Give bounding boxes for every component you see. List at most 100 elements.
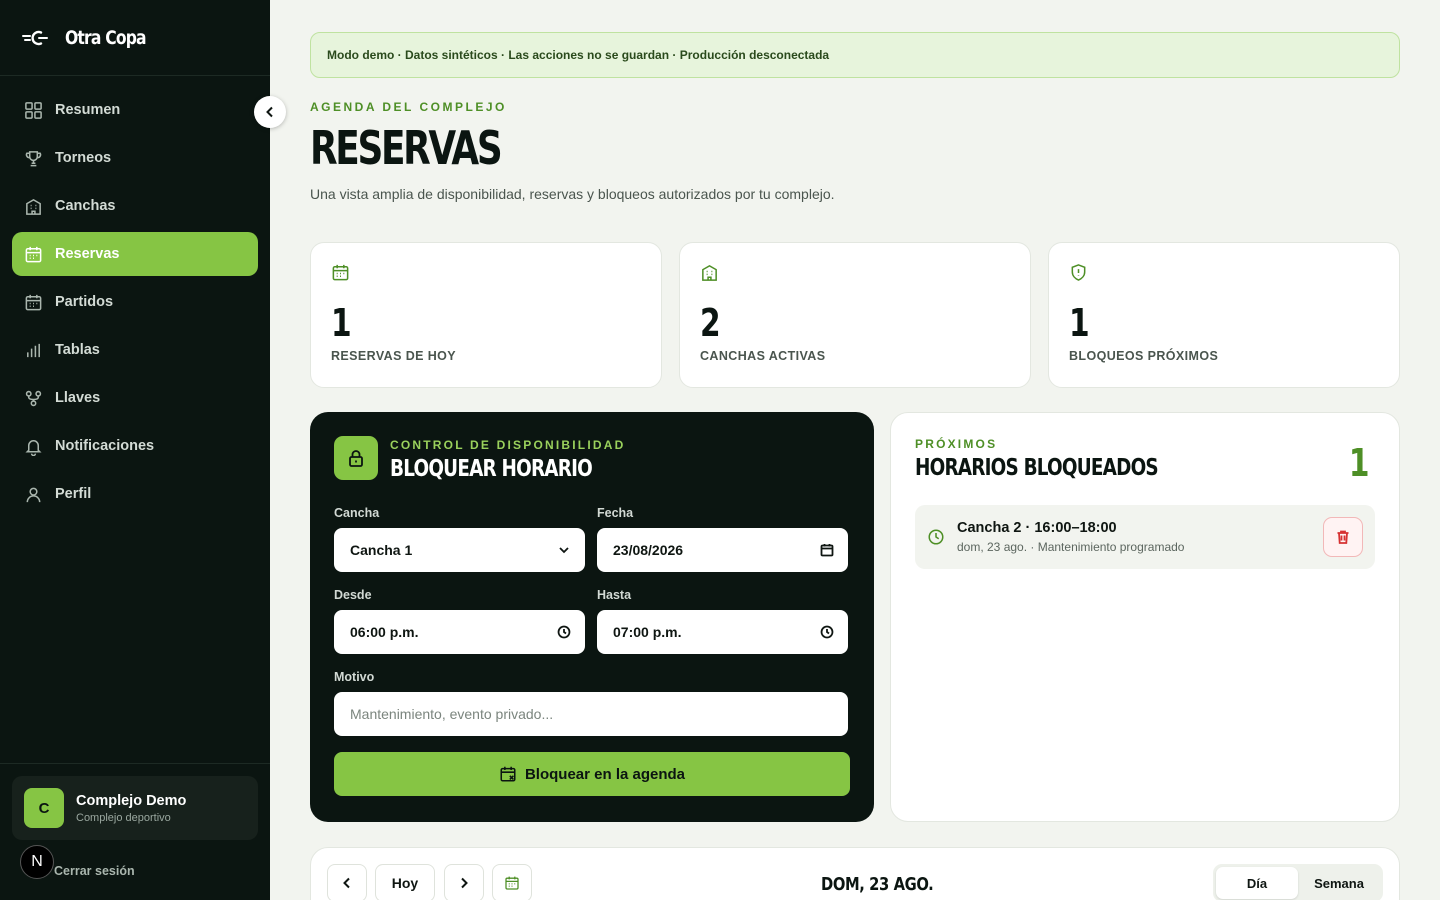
calendar-icon	[25, 294, 42, 310]
block-form-title: BLOQUEAR HORARIO	[390, 456, 593, 482]
sidebar-item-reservas[interactable]: Reservas	[12, 232, 258, 276]
from-time-input[interactable]: 06:00 p.m.	[334, 610, 585, 654]
sidebar-item-canchas[interactable]: Canchas	[12, 184, 258, 228]
clock-icon[interactable]	[557, 625, 571, 639]
reason-label: Motivo	[334, 670, 375, 684]
lock-icon	[349, 450, 363, 467]
current-date: DOM, 23 AGO.	[821, 874, 934, 895]
from-time-value: 06:00 p.m.	[350, 624, 419, 640]
logo-icon	[22, 30, 48, 45]
court-select[interactable]: Cancha 1	[334, 528, 585, 572]
page-description: Una vista amplia de disponibilidad, rese…	[310, 186, 835, 202]
sidebar-item-llaves[interactable]: Llaves	[12, 376, 258, 420]
sidebar-item-label: Reservas	[55, 246, 120, 262]
n-badge[interactable]: N	[20, 845, 54, 879]
view-toggle: Día Semana	[1213, 864, 1383, 900]
list-item: Cancha 2 · 16:00–18:00 dom, 23 ago. · Ma…	[915, 505, 1375, 569]
chevron-left-icon	[343, 877, 350, 889]
sidebar-item-label: Torneos	[55, 150, 112, 166]
collapse-sidebar-button[interactable]	[254, 96, 286, 128]
bell-icon	[25, 439, 42, 456]
stat-label: BLOQUEOS PRÓXIMOS	[1069, 349, 1219, 363]
next-day-button[interactable]	[444, 864, 484, 900]
sidebar-item-tablas[interactable]: Tablas	[12, 328, 258, 372]
reason-field[interactable]	[334, 692, 848, 736]
stat-value: 1	[331, 301, 352, 345]
calendar-icon	[505, 876, 519, 890]
shield-icon	[1071, 264, 1086, 281]
block-form-eyebrow: CONTROL DE DISPONIBILIDAD	[390, 438, 626, 452]
chevron-left-icon	[266, 106, 273, 118]
org-name: Complejo Demo	[76, 792, 187, 809]
sidebar-item-label: Canchas	[55, 198, 116, 214]
stat-card-bloqueos: 1 BLOQUEOS PRÓXIMOS	[1048, 242, 1400, 388]
brand[interactable]: Otra Copa	[0, 0, 270, 76]
calendar-icon	[25, 246, 42, 262]
sidebar-item-resumen[interactable]: Resumen	[12, 88, 258, 132]
sidebar-item-label: Notificaciones	[55, 438, 155, 454]
view-day-button[interactable]: Día	[1216, 867, 1298, 899]
bar-chart-icon	[27, 343, 40, 357]
blocked-schedules-panel: PRÓXIMOS HORARIOS BLOQUEADOS 1 Cancha 2 …	[890, 412, 1400, 822]
sidebar: Otra Copa Resumen Torneos Canchas Reserv…	[0, 0, 270, 900]
sidebar-item-perfil[interactable]: Perfil	[12, 472, 258, 516]
building-icon	[26, 198, 41, 215]
trophy-icon	[25, 150, 42, 166]
sidebar-item-label: Resumen	[55, 102, 121, 118]
chevron-down-icon	[559, 547, 569, 554]
sidebar-item-label: Partidos	[55, 294, 114, 310]
reason-input[interactable]	[350, 706, 834, 722]
main-content: Modo demo · Datos sintéticos · Las accio…	[310, 0, 1400, 900]
delete-block-button[interactable]	[1323, 517, 1363, 557]
view-week-button[interactable]: Semana	[1298, 867, 1380, 899]
today-button[interactable]: Hoy	[375, 864, 435, 900]
demo-banner: Modo demo · Datos sintéticos · Las accio…	[310, 32, 1400, 78]
sidebar-item-partidos[interactable]: Partidos	[12, 280, 258, 324]
prev-day-button[interactable]	[327, 864, 367, 900]
trash-icon	[1337, 530, 1349, 544]
stat-card-reservas-hoy: 1 RESERVAS DE HOY	[310, 242, 662, 388]
date-picker-button[interactable]	[492, 864, 532, 900]
bracket-icon	[25, 390, 42, 406]
building-icon	[702, 264, 717, 281]
sidebar-item-torneos[interactable]: Torneos	[12, 136, 258, 180]
from-label: Desde	[334, 588, 372, 602]
to-time-input[interactable]: 07:00 p.m.	[597, 610, 848, 654]
block-submit-button[interactable]: Bloquear en la agenda	[334, 752, 850, 796]
clock-icon[interactable]	[820, 625, 834, 639]
date-label: Fecha	[597, 506, 634, 520]
calendar-icon	[332, 264, 349, 281]
chevron-right-icon	[461, 877, 468, 889]
brand-name: Otra Copa	[65, 26, 147, 49]
user-icon	[26, 487, 41, 502]
sidebar-item-label: Tablas	[55, 342, 100, 358]
grid-icon	[25, 101, 42, 119]
blocked-count: 1	[1348, 441, 1369, 485]
clock-icon	[928, 529, 944, 545]
block-form-header: CONTROL DE DISPONIBILIDAD BLOQUEAR HORAR…	[334, 436, 850, 482]
stats-row: 1 RESERVAS DE HOY 2 CANCHAS ACTIVAS 1 BL…	[310, 242, 1400, 388]
sidebar-item-label: Llaves	[55, 390, 101, 406]
today-label: Hoy	[391, 875, 419, 891]
stat-card-canchas-activas: 2 CANCHAS ACTIVAS	[679, 242, 1031, 388]
block-submit-label: Bloquear en la agenda	[524, 765, 686, 783]
date-input[interactable]: 23/08/2026	[597, 528, 848, 572]
lock-tile	[334, 436, 378, 480]
date-input-value: 23/08/2026	[613, 542, 684, 558]
block-form-fields: Cancha Cancha 1 Fecha 23/08/2026 Desde 0…	[334, 506, 850, 752]
org-card[interactable]: C Complejo Demo Complejo deportivo	[12, 776, 258, 840]
blocked-item-subtitle: dom, 23 ago. · Mantenimiento programado	[957, 540, 1185, 554]
org-type: Complejo deportivo	[76, 811, 171, 824]
stat-value: 2	[700, 301, 721, 345]
stat-label: RESERVAS DE HOY	[331, 349, 457, 363]
blocked-item-title: Cancha 2 · 16:00–18:00	[957, 520, 1117, 536]
to-time-value: 07:00 p.m.	[613, 624, 682, 640]
sidebar-item-notificaciones[interactable]: Notificaciones	[12, 424, 258, 468]
calendar-toolbar: Hoy DOM, 23 AGO. Día Semana	[310, 847, 1400, 900]
court-label: Cancha	[334, 506, 380, 520]
blocked-eyebrow: PRÓXIMOS	[915, 437, 998, 451]
blocked-title: HORARIOS BLOQUEADOS	[915, 455, 1159, 481]
stat-value: 1	[1069, 301, 1090, 345]
calendar-icon[interactable]	[820, 543, 834, 557]
sidebar-nav: Resumen Torneos Canchas Reservas Partido…	[0, 76, 270, 516]
